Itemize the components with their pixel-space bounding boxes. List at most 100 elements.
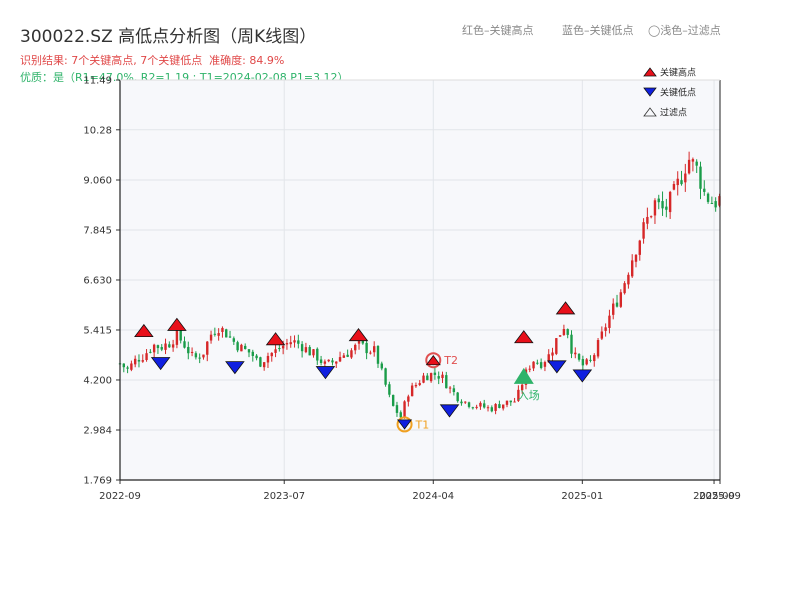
candle-body [266,355,270,363]
candle-body [710,202,714,204]
candle-body [168,344,171,348]
x-tick-label: 2025-01 [561,491,603,502]
candle-body [152,344,156,353]
candle-body [206,341,209,355]
candle-body [338,357,342,362]
legend-high-label: 关键高点 [660,67,696,79]
candle-body [467,402,471,407]
candle-body [255,355,258,359]
candle-body [437,376,440,379]
candle-body [391,394,395,406]
y-tick-label: 6.630 [83,275,112,286]
candle-body [589,359,592,361]
candle-body [460,401,463,404]
candle-body [194,353,198,358]
candle-body [593,355,596,362]
candle-body [604,327,607,331]
candle-body [596,340,600,357]
candle-body [638,240,641,255]
candle-body [566,329,569,335]
candle-body [395,405,399,413]
candle-body [357,340,361,344]
candle-body [475,406,478,408]
candle-body [316,348,319,361]
candle-body [509,400,512,403]
candle-body [297,340,300,344]
candle-body [577,353,581,360]
candle-body [630,260,634,277]
candle-body [308,347,311,356]
candle-body [281,345,285,349]
x-tick-label: 2025-09 [699,491,741,502]
candle-body [649,216,653,218]
candle-body [623,283,626,294]
y-tick-label: 11.49 [83,76,112,87]
candle-body [259,357,262,367]
candle-body [126,367,129,369]
candle-body [187,346,190,354]
candle-body [175,329,179,345]
candle-body [369,352,372,354]
x-tick-label: 2022-09 [99,491,141,502]
candle-body [562,329,566,336]
candle-body [619,292,623,307]
candle-body [706,193,710,202]
candle-body [407,396,410,402]
candle-body [441,374,444,379]
x-tick-label: 2023-07 [263,491,305,502]
candle-body [278,348,281,350]
candle-body [323,361,327,364]
candle-body [190,351,194,353]
candle-body [365,342,368,354]
candle-body [501,404,505,409]
candle-body [646,216,649,224]
candle-body [232,338,236,342]
candle-body [661,201,664,209]
candle-body [703,188,706,192]
candle-body [236,342,239,351]
candle-body [687,159,691,174]
candle-body [183,341,186,348]
candle-body [445,375,448,389]
candle-body [209,334,213,341]
candle-body [300,344,304,352]
candle-body [247,349,251,353]
candle-body [156,345,160,349]
candle-body [536,362,539,364]
candle-body [133,358,137,365]
y-tick-label: 5.415 [83,325,112,336]
t2-label: T2 [443,354,458,367]
candle-body [376,345,380,364]
candle-body [653,200,657,216]
candle-body [331,360,334,363]
candle-body [251,351,254,356]
candle-body [213,333,217,335]
candle-body [221,327,224,332]
candle-body [342,355,346,358]
candle-body [528,368,531,370]
candlestick-chart: T1 T2 入场 1.769 2.984 4.200 5.415 6.630 7.845 9.0… [83,67,741,503]
candle-body [122,363,125,368]
candle-body [676,178,679,186]
candle-body [513,401,516,403]
candle-body [695,161,698,166]
y-tick-label: 1.769 [83,476,112,487]
candle-body [270,352,273,357]
candle-body [558,335,562,337]
candle-body [464,401,467,403]
candle-body [543,362,547,367]
legend-high-marker [643,67,657,77]
t1-label: T1 [415,418,430,431]
candle-body [494,404,497,411]
candle-body [240,344,243,352]
candle-body [414,384,418,387]
candle-body [335,361,338,364]
x-tick-label: 2024-04 [412,491,454,502]
candle-body [456,392,459,402]
candle-body [498,404,501,409]
candle-body [691,159,695,162]
candle-body [410,385,414,397]
candle-body [149,351,152,353]
candle-body [164,343,167,350]
candle-body [699,166,702,189]
